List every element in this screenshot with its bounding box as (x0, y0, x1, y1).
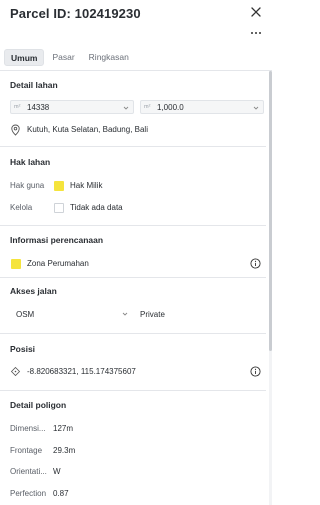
hak-guna-swatch (54, 181, 64, 191)
perfection-value: 0.87 (53, 489, 69, 498)
close-button[interactable] (248, 4, 264, 20)
tab-bar: Umum Pasar Ringkasan (4, 49, 135, 67)
chevron-down-icon (123, 106, 129, 110)
address-text: Kutuh, Kuta Selatan, Badung, Bali (27, 125, 148, 134)
location-pin-icon (11, 124, 20, 136)
panel-header: Parcel ID: 102419230 (0, 0, 272, 30)
crosshair-icon (10, 366, 21, 377)
section-divider (0, 390, 266, 391)
kelola-label: Kelola (10, 203, 33, 212)
close-icon (251, 7, 261, 17)
zone-swatch (11, 259, 21, 269)
road-source-select[interactable]: OSM (10, 306, 134, 322)
section-title-perencanaan: Informasi perencanaan (10, 235, 104, 245)
second-area-field[interactable]: m² 1,000.0 (140, 100, 264, 114)
chevron-down-icon (122, 312, 128, 316)
frontage-value: 29.3m (53, 446, 76, 455)
dimension-value: 127m (53, 424, 74, 433)
land-area-value: 14338 (27, 103, 50, 112)
area-unit-label: m² (14, 104, 21, 110)
panel-title: Parcel ID: 102419230 (10, 6, 141, 21)
more-options-button[interactable] (248, 28, 264, 38)
info-icon[interactable] (250, 258, 261, 269)
land-area-field[interactable]: m² 14338 (10, 100, 134, 114)
hak-guna-label: Hak guna (10, 181, 45, 190)
road-access-value: Private (140, 310, 165, 319)
parcel-panel: Parcel ID: 102419230 Umum Pasar Ringkasa… (0, 0, 272, 505)
orientation-label: Orientati... (10, 467, 47, 476)
section-title-detail-lahan: Detail lahan (10, 80, 58, 90)
tab-pasar[interactable]: Pasar (46, 49, 80, 66)
road-source-value: OSM (16, 310, 35, 319)
area-unit-label: m² (144, 104, 151, 110)
section-divider (0, 277, 266, 278)
kelola-value: Tidak ada data (70, 203, 123, 212)
section-divider (0, 333, 266, 334)
tab-umum[interactable]: Umum (4, 49, 45, 66)
section-divider (0, 225, 266, 226)
hak-guna-value: Hak Milik (70, 181, 103, 190)
orientation-value: W (53, 467, 61, 476)
coordinates-text: -8.820683321, 115.174375607 (27, 367, 136, 376)
section-title-akses-jalan: Akses jalan (10, 286, 57, 296)
scrollbar-thumb[interactable] (269, 71, 272, 351)
chevron-down-icon (253, 106, 259, 110)
tab-divider (0, 70, 272, 71)
more-icon (251, 32, 261, 34)
kelola-swatch (54, 203, 64, 213)
section-title-posisi: Posisi (10, 344, 36, 354)
section-title-hak-lahan: Hak lahan (10, 157, 51, 167)
section-divider (0, 146, 266, 147)
tab-ringkasan[interactable]: Ringkasan (83, 49, 135, 66)
zone-value: Zona Perumahan (27, 259, 89, 268)
second-area-value: 1,000.0 (157, 103, 184, 112)
section-title-detail-poligon: Detail poligon (10, 400, 67, 410)
perfection-label: Perfection (10, 489, 47, 498)
info-icon[interactable] (250, 366, 261, 377)
dimension-label: Dimensi... (10, 424, 46, 433)
frontage-label: Frontage (10, 446, 43, 455)
